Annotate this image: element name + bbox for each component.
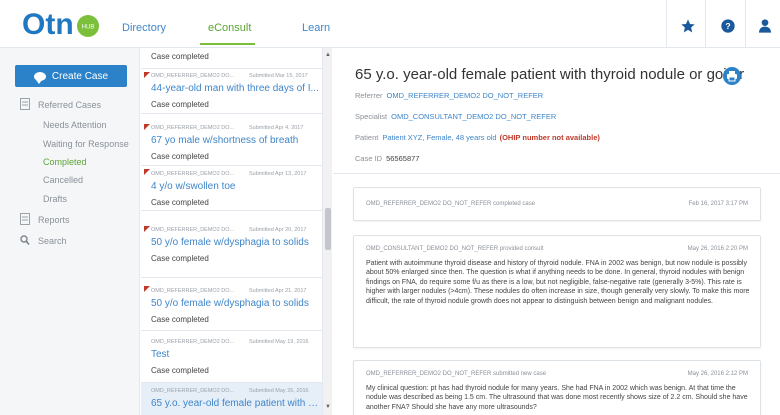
new-case-text: My clinical question: pt has had thyroid… <box>366 385 748 411</box>
case-status: Case completed <box>151 315 209 324</box>
otn-logo[interactable]: Otn HUB <box>22 6 102 42</box>
help-icon[interactable]: ? <box>716 14 740 38</box>
active-tab-indicator <box>200 43 255 45</box>
activity-card-consult: OMD_CONSULTANT_DEMO2 DO_NOT_REFER provid… <box>353 235 761 348</box>
flag-icon <box>144 286 150 292</box>
tab-econsult[interactable]: eConsult <box>208 22 251 34</box>
case-title: Test <box>151 349 170 360</box>
sidebar-referred-cases[interactable]: Referred Cases <box>38 100 101 110</box>
case-title: 65 y.o. year-old female patient with t..… <box>151 398 319 409</box>
tab-directory[interactable]: Directory <box>122 22 166 34</box>
case-title: 50 y/o female w/dysphagia to solids <box>151 298 309 309</box>
specialist-link[interactable]: OMD_CONSULTANT_DEMO2 DO_NOT_REFER <box>391 112 556 121</box>
svg-text:?: ? <box>725 21 730 31</box>
patient-field: Patient Patient XYZ, Female, 48 years old… <box>355 133 600 142</box>
sidebar-reports[interactable]: Reports <box>38 215 70 225</box>
activity-card-new-case: OMD_REFERRER_DEMO2 DO_NOT_REFER submitte… <box>353 360 761 415</box>
reports-icon <box>20 213 30 225</box>
case-title: 4 y/o w/swollen toe <box>151 181 236 192</box>
case-title-heading: 65 y.o. year-old female patient with thy… <box>355 66 745 83</box>
case-title: 44-year-old man with three days of I... <box>151 83 319 94</box>
case-meta: OMD_REFERRER_DEMO2 DO... Submitted Apr 21… <box>151 288 307 294</box>
scroll-thumb[interactable] <box>325 208 331 250</box>
case-meta: OMD_REFERRER_DEMO2 DO... Submitted Apr 13… <box>151 171 307 177</box>
patient-link[interactable]: Patient XYZ, Female, 48 years old <box>382 133 496 142</box>
star-icon[interactable] <box>676 14 700 38</box>
scroll-up-arrow[interactable]: ▲ <box>323 50 333 60</box>
flag-icon <box>144 169 150 175</box>
list-item[interactable]: OMD_REFERRER_DEMO2 DO... Submitted May 19… <box>141 331 323 383</box>
sidebar-item-waiting[interactable]: Waiting for Response <box>43 139 129 149</box>
list-item[interactable]: OMD_REFERRER_DEMO2 DO... Submitted Mar 15… <box>141 69 323 114</box>
case-meta: OMD_REFERRER_DEMO2 DO... Submitted May 19… <box>151 339 309 345</box>
sidebar-search[interactable]: Search <box>38 236 67 246</box>
list-item[interactable]: OMD_REFERRER_DEMO2 DO... Submitted Apr 20… <box>141 223 323 278</box>
case-list-scrollbar[interactable]: ▲ ▼ <box>322 48 332 415</box>
specialist-field: Specialist OMD_CONSULTANT_DEMO2 DO_NOT_RE… <box>355 112 557 121</box>
ohip-warning: (OHIP number not available) <box>499 133 600 142</box>
case-detail-panel: 65 y.o. year-old female patient with thy… <box>333 48 780 415</box>
case-status: Case completed <box>151 198 209 207</box>
list-item-selected[interactable]: OMD_REFERRER_DEMO2 DO... Submitted May 26… <box>141 383 323 415</box>
flag-icon <box>144 124 150 130</box>
tab-learn[interactable]: Learn <box>302 22 330 34</box>
referrer-field: Referrer OMD_REFERRER_DEMO2 DO_NOT_REFER <box>355 91 544 100</box>
sidebar-item-drafts[interactable]: Drafts <box>43 194 67 204</box>
case-meta: OMD_REFERRER_DEMO2 DO... Submitted Apr 20… <box>151 227 307 233</box>
sidebar-item-cancelled[interactable]: Cancelled <box>43 175 83 185</box>
sidebar: Create Case Referred Cases Needs Attenti… <box>0 48 140 415</box>
sidebar-item-needs-attention[interactable]: Needs Attention <box>43 120 107 130</box>
search-icon <box>20 235 30 246</box>
case-meta: OMD_REFERRER_DEMO2 DO... Submitted Mar 15… <box>151 73 308 79</box>
sidebar-item-completed[interactable]: Completed <box>43 157 87 167</box>
case-status: Case completed <box>151 366 209 375</box>
logo-text: Otn <box>22 8 74 41</box>
case-list: Case completed OMD_REFERRER_DEMO2 DO... S… <box>141 48 323 415</box>
flag-icon <box>144 72 150 78</box>
case-status: Case completed <box>151 52 209 61</box>
create-case-button[interactable]: Create Case <box>15 65 127 87</box>
case-meta: OMD_REFERRER_DEMO2 DO... Submitted Apr 4,… <box>151 125 304 131</box>
list-item[interactable]: Case completed <box>141 48 323 69</box>
case-status: Case completed <box>151 100 209 109</box>
scroll-down-arrow[interactable]: ▼ <box>323 402 333 412</box>
referrer-link[interactable]: OMD_REFERRER_DEMO2 DO_NOT_REFER <box>387 91 544 100</box>
case-title: 50 y/o female w/dysphagia to solids <box>151 237 309 248</box>
case-id-field: Case ID 56565877 <box>355 154 420 163</box>
case-id-value: 56565877 <box>386 154 420 163</box>
chat-bubble-icon <box>33 71 46 84</box>
folder-icon <box>20 98 30 110</box>
consult-text: Patient with autoimmune thyroid disease … <box>366 260 750 305</box>
logo-badge: HUB <box>82 25 95 31</box>
case-status: Case completed <box>151 254 209 263</box>
print-icon[interactable] <box>723 67 741 85</box>
case-meta: OMD_REFERRER_DEMO2 DO... Submitted May 26… <box>151 388 309 394</box>
case-title: 67 yo male w/shortness of breath <box>151 135 299 146</box>
create-case-label: Create Case <box>51 70 109 82</box>
activity-card-completed: OMD_REFERRER_DEMO2 DO_NOT_REFER complete… <box>353 187 761 221</box>
list-item[interactable]: OMD_REFERRER_DEMO2 DO... Submitted Apr 21… <box>141 278 323 331</box>
user-icon[interactable] <box>753 14 777 38</box>
flag-icon <box>144 226 150 232</box>
list-item[interactable]: OMD_REFERRER_DEMO2 DO... Submitted Apr 13… <box>141 159 323 211</box>
top-bar: Otn HUB Directory eConsult Learn ? <box>0 0 780 48</box>
